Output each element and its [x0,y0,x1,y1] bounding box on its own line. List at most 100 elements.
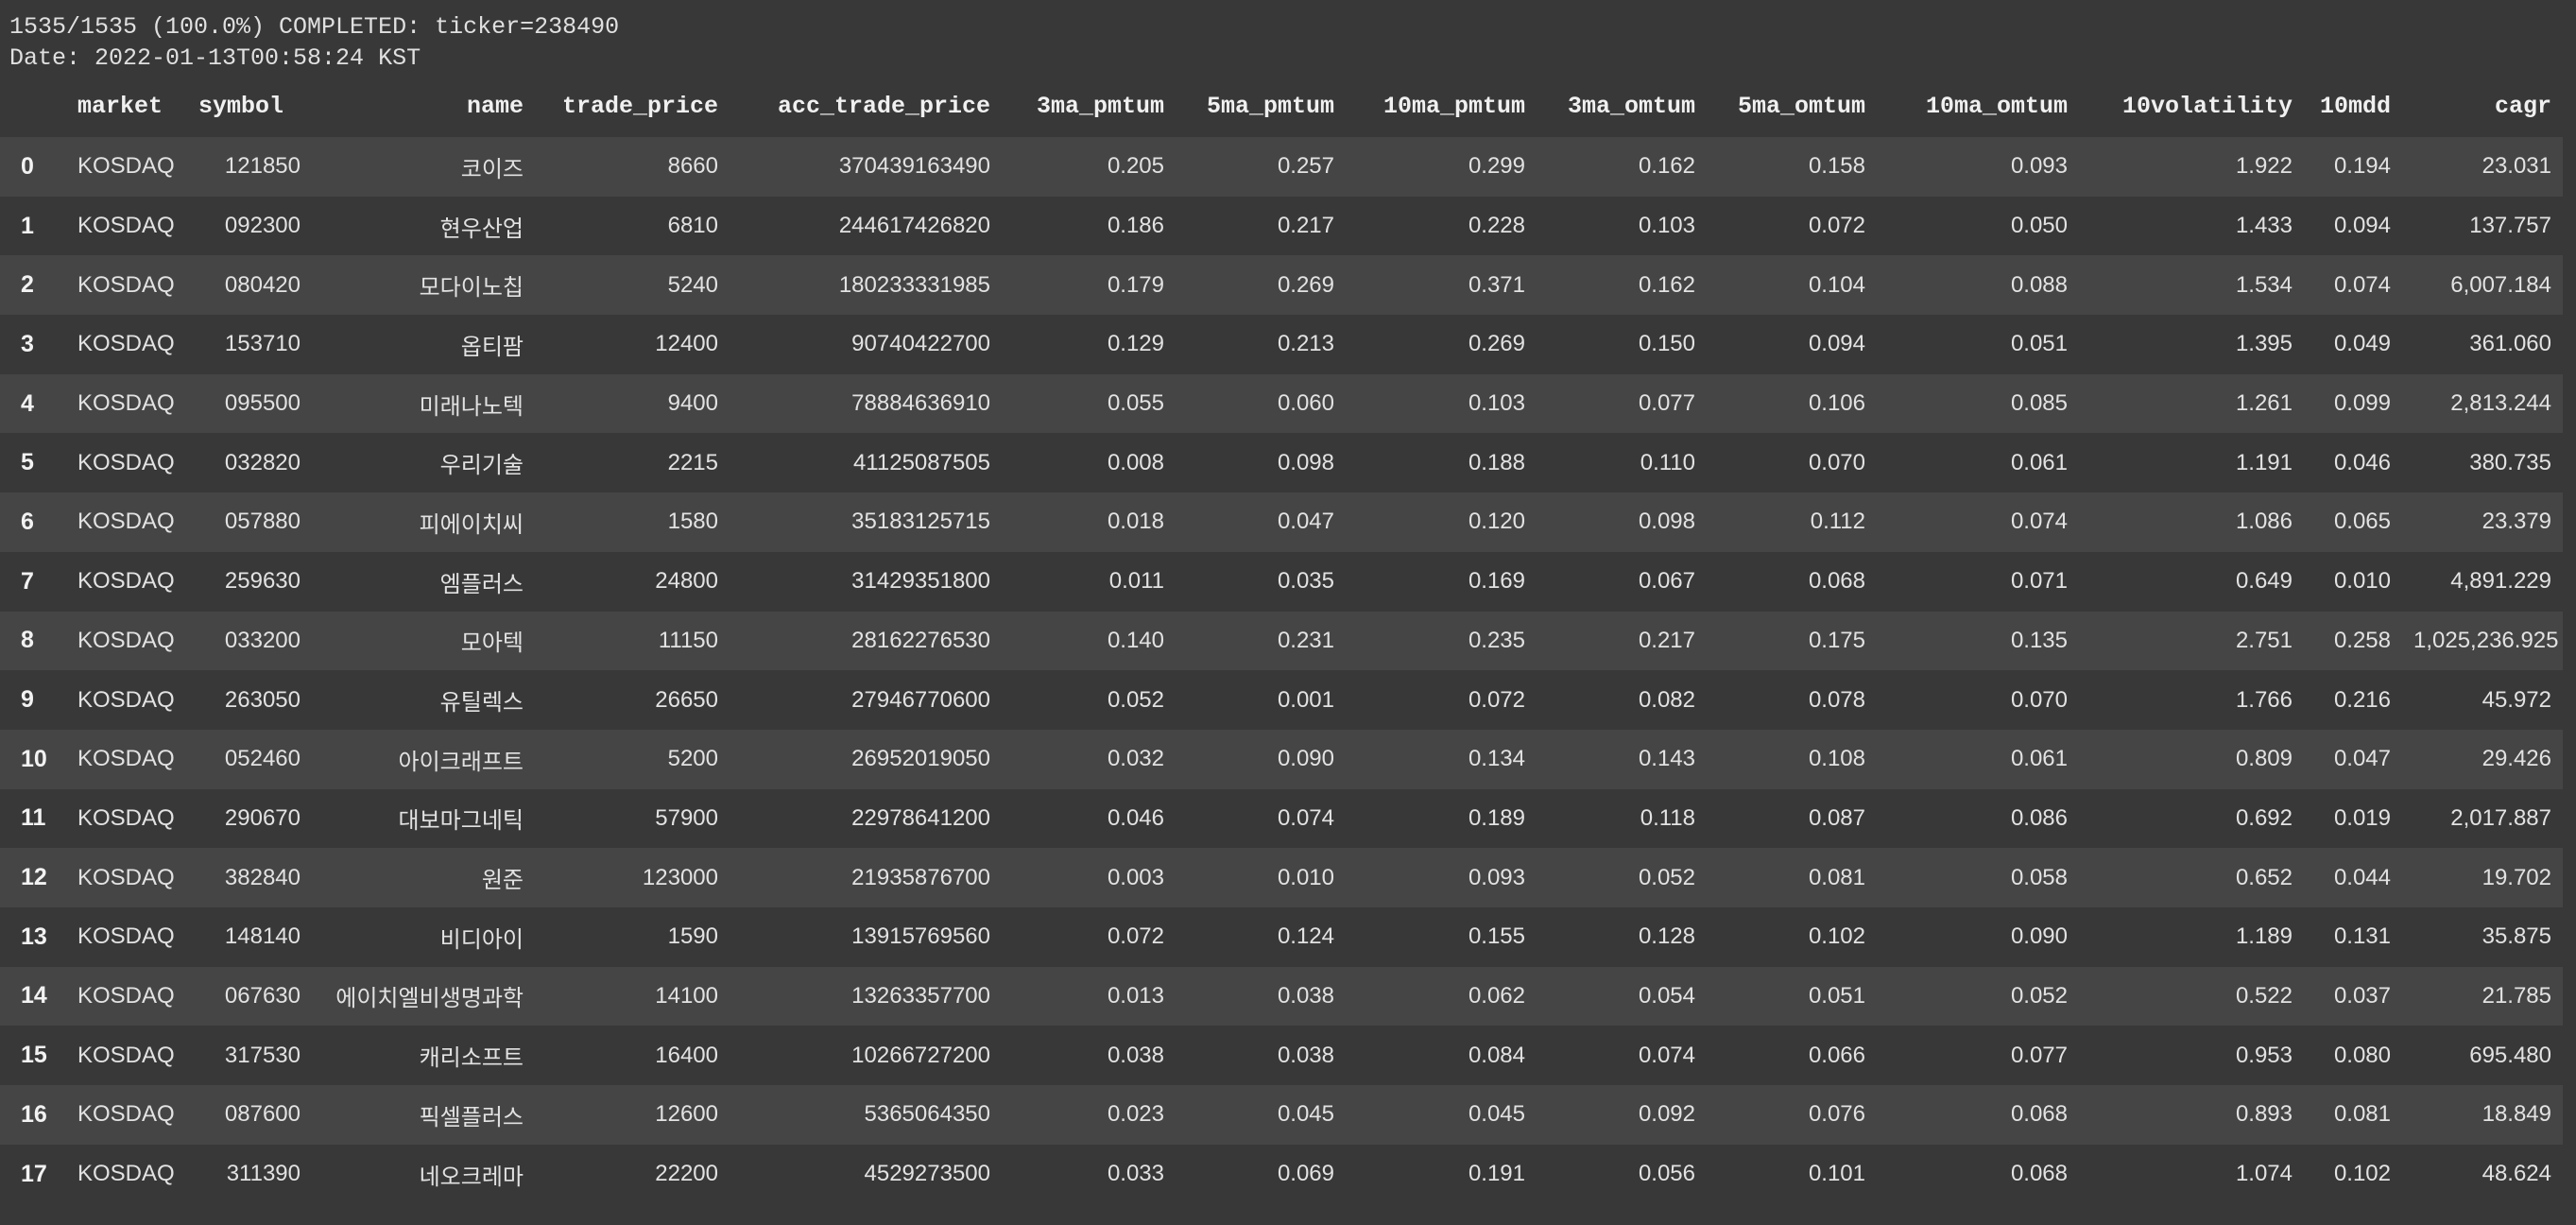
cell-index: 4 [21,389,34,417]
column-header-market: market [77,93,163,120]
cell-acc-trade-price: 41125087505 [852,449,990,475]
cell-acc-trade-price: 5365064350 [864,1101,990,1128]
cell-market: KOSDAQ [77,686,175,713]
cell-trade-price: 1590 [667,923,718,950]
cell-market: KOSDAQ [77,449,175,475]
table-body: 0 KOSDAQ 121850 코이즈 8660 370439163490 0.205 0.2… [0,137,2563,1204]
cell-acc-trade-price: 180233331985 [838,271,990,298]
cell-acc-trade-price: 31429351800 [851,568,990,595]
cell-symbol: 057880 [224,509,301,535]
cell-5ma-pmtum: 0.213 [1277,331,1334,357]
table-header-row: market symbol name trade_price acc_trade… [0,76,2563,137]
cell-3ma-omtum: 0.150 [1638,331,1695,357]
cell-cagr: 137.757 [2469,213,2551,239]
column-header-index [0,76,66,137]
cell-10ma-pmtum: 0.155 [1468,923,1525,950]
cell-acc-trade-price: 28162276530 [851,627,990,653]
cell-cagr: 48.624 [2482,1161,2551,1187]
cell-10ma-omtum: 0.068 [2010,1161,2068,1187]
cell-name: 네오크레마 [419,1164,524,1190]
cell-10ma-pmtum: 0.072 [1468,686,1525,713]
cell-3ma-omtum: 0.162 [1638,271,1695,298]
cell-acc-trade-price: 78884636910 [851,390,990,417]
cell-symbol: 382840 [224,864,301,890]
cell-3ma-omtum: 0.074 [1638,1042,1695,1068]
cell-10mdd: 0.131 [2333,923,2391,950]
cell-market: KOSDAQ [77,746,175,772]
cell-5ma-omtum: 0.078 [1808,686,1865,713]
cell-3ma-pmtum: 0.052 [1107,686,1164,713]
cell-index: 14 [21,982,47,1009]
cell-10mdd: 0.094 [2333,213,2391,239]
cell-5ma-pmtum: 0.257 [1277,153,1334,180]
cell-10volatility: 1.086 [2235,509,2293,535]
cell-cagr: 29.426 [2482,746,2551,772]
cell-5ma-omtum: 0.158 [1808,153,1865,180]
cell-symbol: 259630 [224,568,301,595]
cell-3ma-omtum: 0.098 [1638,509,1695,535]
cell-3ma-pmtum: 0.003 [1107,864,1164,890]
table-row: 0 KOSDAQ 121850 코이즈 8660 370439163490 0.205 0.2… [0,137,2563,197]
cell-cagr: 361.060 [2469,331,2551,357]
column-header-3ma-omtum: 3ma_omtum [1567,93,1695,120]
cell-10volatility: 1.074 [2235,1161,2293,1187]
cell-10ma-omtum: 0.051 [2010,331,2068,357]
cell-10ma-pmtum: 0.228 [1468,213,1525,239]
cell-5ma-omtum: 0.081 [1808,864,1865,890]
progress-status-line: 1535/1535 (100.0%) COMPLETED: ticker=238… [9,13,620,41]
cell-10volatility: 1.766 [2235,686,2293,713]
cell-market: KOSDAQ [77,568,175,595]
cell-cagr: 4,891.229 [2450,568,2551,595]
cell-10ma-omtum: 0.058 [2010,864,2068,890]
cell-cagr: 23.379 [2482,509,2551,535]
table-row: 17 KOSDAQ 311390 네오크레마 22200 4529273500 0.033 0… [0,1144,2563,1204]
column-header-5ma-omtum: 5ma_omtum [1737,93,1865,120]
cell-trade-price: 2215 [667,449,718,475]
cell-10ma-omtum: 0.086 [2010,804,2068,831]
cell-market: KOSDAQ [77,390,175,417]
cell-trade-price: 8660 [667,153,718,180]
cell-name: 비디아이 [439,926,524,953]
cell-10ma-omtum: 0.090 [2010,923,2068,950]
cell-3ma-pmtum: 0.129 [1107,331,1164,357]
cell-5ma-omtum: 0.066 [1808,1042,1865,1068]
cell-name: 모아텍 [460,630,524,657]
cell-symbol: 032820 [224,449,301,475]
cell-10ma-omtum: 0.071 [2010,568,2068,595]
cell-10mdd: 0.010 [2333,568,2391,595]
cell-10volatility: 1.191 [2235,449,2293,475]
table-row: 13 KOSDAQ 148140 비디아이 1590 13915769560 0.072 0.… [0,906,2563,967]
cell-10ma-omtum: 0.085 [2010,390,2068,417]
cell-cagr: 6,007.184 [2450,271,2551,298]
cell-3ma-omtum: 0.056 [1638,1161,1695,1187]
table-row: 3 KOSDAQ 153710 옵티팜 12400 90740422700 0.129 0.2… [0,315,2563,374]
cell-name: 미래나노텍 [419,393,524,420]
cell-symbol: 121850 [224,153,301,180]
cell-symbol: 263050 [224,686,301,713]
cell-market: KOSDAQ [77,271,175,298]
cell-index: 7 [21,567,34,595]
table-row: 15 KOSDAQ 317530 캐리소프트 16400 10266727200 0.038… [0,1026,2563,1085]
cell-10ma-omtum: 0.068 [2010,1101,2068,1128]
cell-5ma-omtum: 0.101 [1808,1161,1865,1187]
cell-5ma-pmtum: 0.231 [1277,627,1334,653]
cell-5ma-omtum: 0.112 [1810,509,1865,535]
cell-cagr: 380.735 [2469,449,2551,475]
cell-3ma-pmtum: 0.018 [1107,509,1164,535]
cell-index: 0 [21,152,34,180]
cell-trade-price: 9400 [667,390,718,417]
cell-5ma-pmtum: 0.060 [1277,390,1334,417]
cell-acc-trade-price: 4529273500 [864,1161,990,1187]
cell-10mdd: 0.081 [2333,1101,2391,1128]
cell-10ma-omtum: 0.070 [2010,686,2068,713]
cell-name: 코이즈 [460,156,524,182]
cell-3ma-pmtum: 0.013 [1107,982,1164,1009]
cell-cagr: 23.031 [2482,153,2551,180]
table-row: 8 KOSDAQ 033200 모아텍 11150 28162276530 0.140 0.2… [0,611,2563,671]
cell-10ma-pmtum: 0.269 [1468,331,1525,357]
cell-index: 2 [21,271,34,299]
cell-index: 1 [21,212,34,239]
cell-10ma-omtum: 0.061 [2010,746,2068,772]
cell-5ma-pmtum: 0.001 [1277,686,1334,713]
date-line: Date: 2022-01-13T00:58:24 KST [9,44,421,72]
